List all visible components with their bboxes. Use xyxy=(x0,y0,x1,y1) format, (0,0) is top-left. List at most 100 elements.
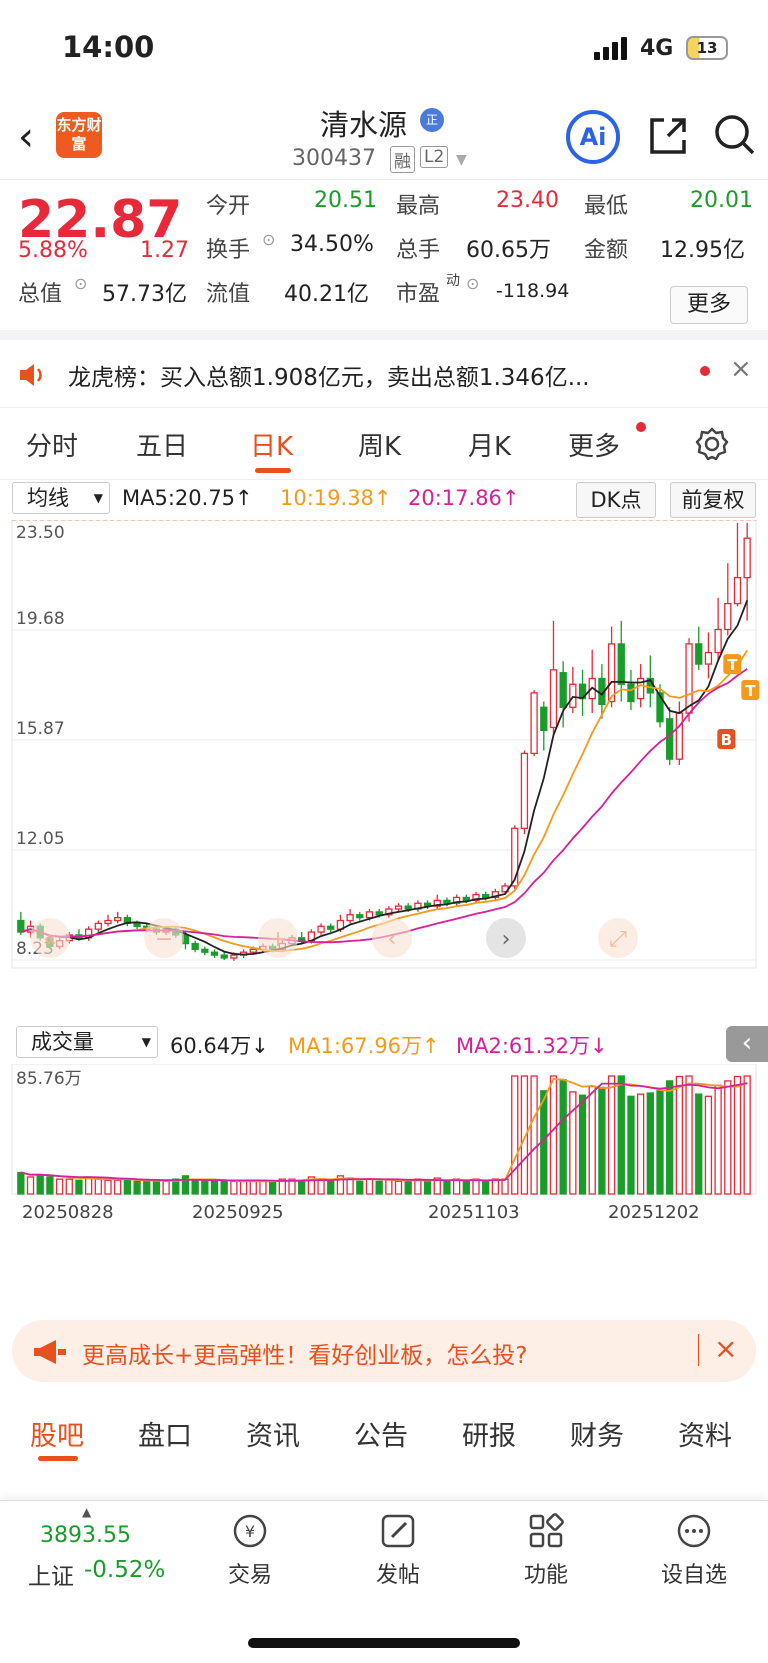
settings-gear-icon[interactable] xyxy=(694,426,730,462)
candle-body xyxy=(104,919,112,925)
add-watchlist-label: 设自选 xyxy=(660,1563,727,1588)
chevron-down-icon[interactable]: ▼ xyxy=(456,152,467,168)
tab-pankou[interactable]: 盘口 xyxy=(138,1414,192,1453)
zoom-in-icon[interactable]: + xyxy=(258,918,298,958)
edit-icon xyxy=(381,1514,415,1548)
volume-bar xyxy=(598,1086,606,1195)
scroll-left-icon[interactable]: « xyxy=(30,918,70,958)
candle-body xyxy=(375,911,383,916)
tab-finance[interactable]: 财务 xyxy=(570,1414,624,1453)
next-icon[interactable]: › xyxy=(486,918,526,958)
candle-body xyxy=(675,712,684,760)
post-button[interactable]: 发帖 xyxy=(338,1511,458,1589)
volume-label: 总手 xyxy=(396,238,441,263)
candle-body xyxy=(220,954,228,959)
tab-news[interactable]: 资讯 xyxy=(246,1414,300,1453)
back-icon[interactable]: ‹ xyxy=(18,114,34,160)
info-icon[interactable]: ⊙ xyxy=(262,230,275,249)
signal-label: T xyxy=(745,682,756,700)
fullscreen-icon[interactable]: ⤢ xyxy=(598,918,638,958)
ai-button[interactable]: Ai xyxy=(566,110,620,164)
notice-text[interactable]: 龙虎榜：买入总额1.908亿元，卖出总额1.346亿... xyxy=(68,358,590,392)
zoom-out-icon[interactable]: − xyxy=(144,918,184,958)
promo-banner[interactable]: 更高成长+更高弹性！看好创业板，怎么投? × xyxy=(12,1320,756,1382)
tab-more[interactable]: 更多 xyxy=(568,426,620,463)
adjust-button[interactable]: 前复权 xyxy=(670,482,756,518)
info-icon[interactable]: ⊙ xyxy=(74,274,87,293)
candle-body xyxy=(714,628,722,654)
volume-value: 60.65万 xyxy=(466,238,551,263)
function-button[interactable]: 功能 xyxy=(486,1511,606,1589)
active-tab-indicator xyxy=(255,468,291,473)
post-label: 发帖 xyxy=(375,1563,420,1588)
search-icon[interactable] xyxy=(712,112,756,158)
volume-bar xyxy=(511,1075,519,1195)
tab-announcements[interactable]: 公告 xyxy=(354,1414,408,1453)
prev-icon[interactable]: ‹ xyxy=(372,918,412,958)
volume-bar xyxy=(133,1180,141,1195)
volume-bar xyxy=(46,1176,54,1195)
tab-profile[interactable]: 资料 xyxy=(678,1414,732,1453)
ma10-label: 10:19.38↑ xyxy=(280,486,392,510)
volume-bar xyxy=(714,1084,722,1195)
volume-bar xyxy=(423,1180,432,1195)
index-name[interactable]: 上证 xyxy=(28,1557,74,1591)
pe-label: 市盈 xyxy=(396,282,441,307)
share-icon[interactable] xyxy=(648,114,688,156)
volume-bar xyxy=(259,1180,267,1195)
volume-bar xyxy=(646,1092,654,1195)
volume-bar xyxy=(239,1180,248,1195)
candle-body xyxy=(404,905,412,910)
tab-intraday[interactable]: 分时 xyxy=(26,426,78,463)
candle-body xyxy=(627,683,635,703)
volume-bar xyxy=(152,1180,161,1195)
trade-button[interactable]: ¥ 交易 xyxy=(190,1511,310,1589)
tab-weekly-k[interactable]: 周K xyxy=(358,426,401,463)
volume-bar xyxy=(491,1178,500,1195)
volume-indicator-label: 成交量 xyxy=(31,1030,94,1054)
content-tabs: 股吧 盘口 资讯 公告 研报 财务 资料 xyxy=(0,1396,768,1466)
stock-name: 清水源 xyxy=(320,108,408,142)
control-glyph: « xyxy=(43,927,56,952)
volume-indicator-select[interactable]: 成交量 ▼ xyxy=(16,1026,158,1058)
volume-bar xyxy=(104,1179,112,1195)
volume-bar xyxy=(685,1075,693,1195)
kline-chart[interactable]: 23.5019.6815.8712.058.23TTB«−+‹›⤢ xyxy=(0,520,768,1020)
volume-chart[interactable]: 85.76万 20250828 20250925 20251103 20251202 xyxy=(0,1064,768,1290)
chevron-down-icon: ▼ xyxy=(141,1035,151,1049)
volume-y-tick: 85.76万 xyxy=(16,1069,82,1089)
close-icon[interactable]: × xyxy=(714,1332,737,1365)
candle-body xyxy=(704,651,713,665)
candle-body xyxy=(695,643,703,665)
banner-text[interactable]: 更高成长+更高弹性！看好创业板，怎么投? xyxy=(82,1336,527,1370)
index-change[interactable]: -0.52% xyxy=(84,1557,165,1583)
candle-body xyxy=(443,899,451,904)
divider xyxy=(698,1334,699,1366)
float-cap-label: 流值 xyxy=(206,282,251,307)
speaker-icon xyxy=(20,364,42,386)
volume-bar xyxy=(462,1180,470,1195)
stock-code: 300437 xyxy=(292,146,376,171)
indicator-select[interactable]: 均线 ▼ xyxy=(12,482,110,514)
more-dots-icon xyxy=(677,1514,711,1548)
dk-point-button[interactable]: DK点 xyxy=(576,482,656,518)
notice-bar[interactable]: 龙虎榜：买入总额1.908亿元，卖出总额1.346亿... × xyxy=(0,340,768,408)
candle-body xyxy=(346,914,354,922)
more-button[interactable]: 更多 xyxy=(670,286,748,324)
collapse-panel-button[interactable]: ‹ xyxy=(726,1026,768,1062)
function-label: 功能 xyxy=(523,1563,568,1588)
info-icon[interactable]: ⊙ xyxy=(466,274,479,293)
volume-bar xyxy=(404,1180,412,1195)
signal-icon xyxy=(594,36,634,60)
close-icon[interactable]: × xyxy=(730,354,752,384)
tab-research[interactable]: 研报 xyxy=(462,1414,516,1453)
volume-bar xyxy=(55,1178,64,1195)
index-value[interactable]: 3893.55 xyxy=(40,1523,131,1548)
tab-monthly-k[interactable]: 月K xyxy=(468,426,511,463)
tab-five-day[interactable]: 五日 xyxy=(136,426,188,463)
y-tick-label: 23.50 xyxy=(16,523,65,543)
tab-daily-k[interactable]: 日K xyxy=(250,426,293,463)
x-tick-label: 20251103 xyxy=(428,1202,520,1223)
tab-guba[interactable]: 股吧 xyxy=(30,1414,84,1453)
add-watchlist-button[interactable]: 设自选 xyxy=(634,1511,754,1589)
